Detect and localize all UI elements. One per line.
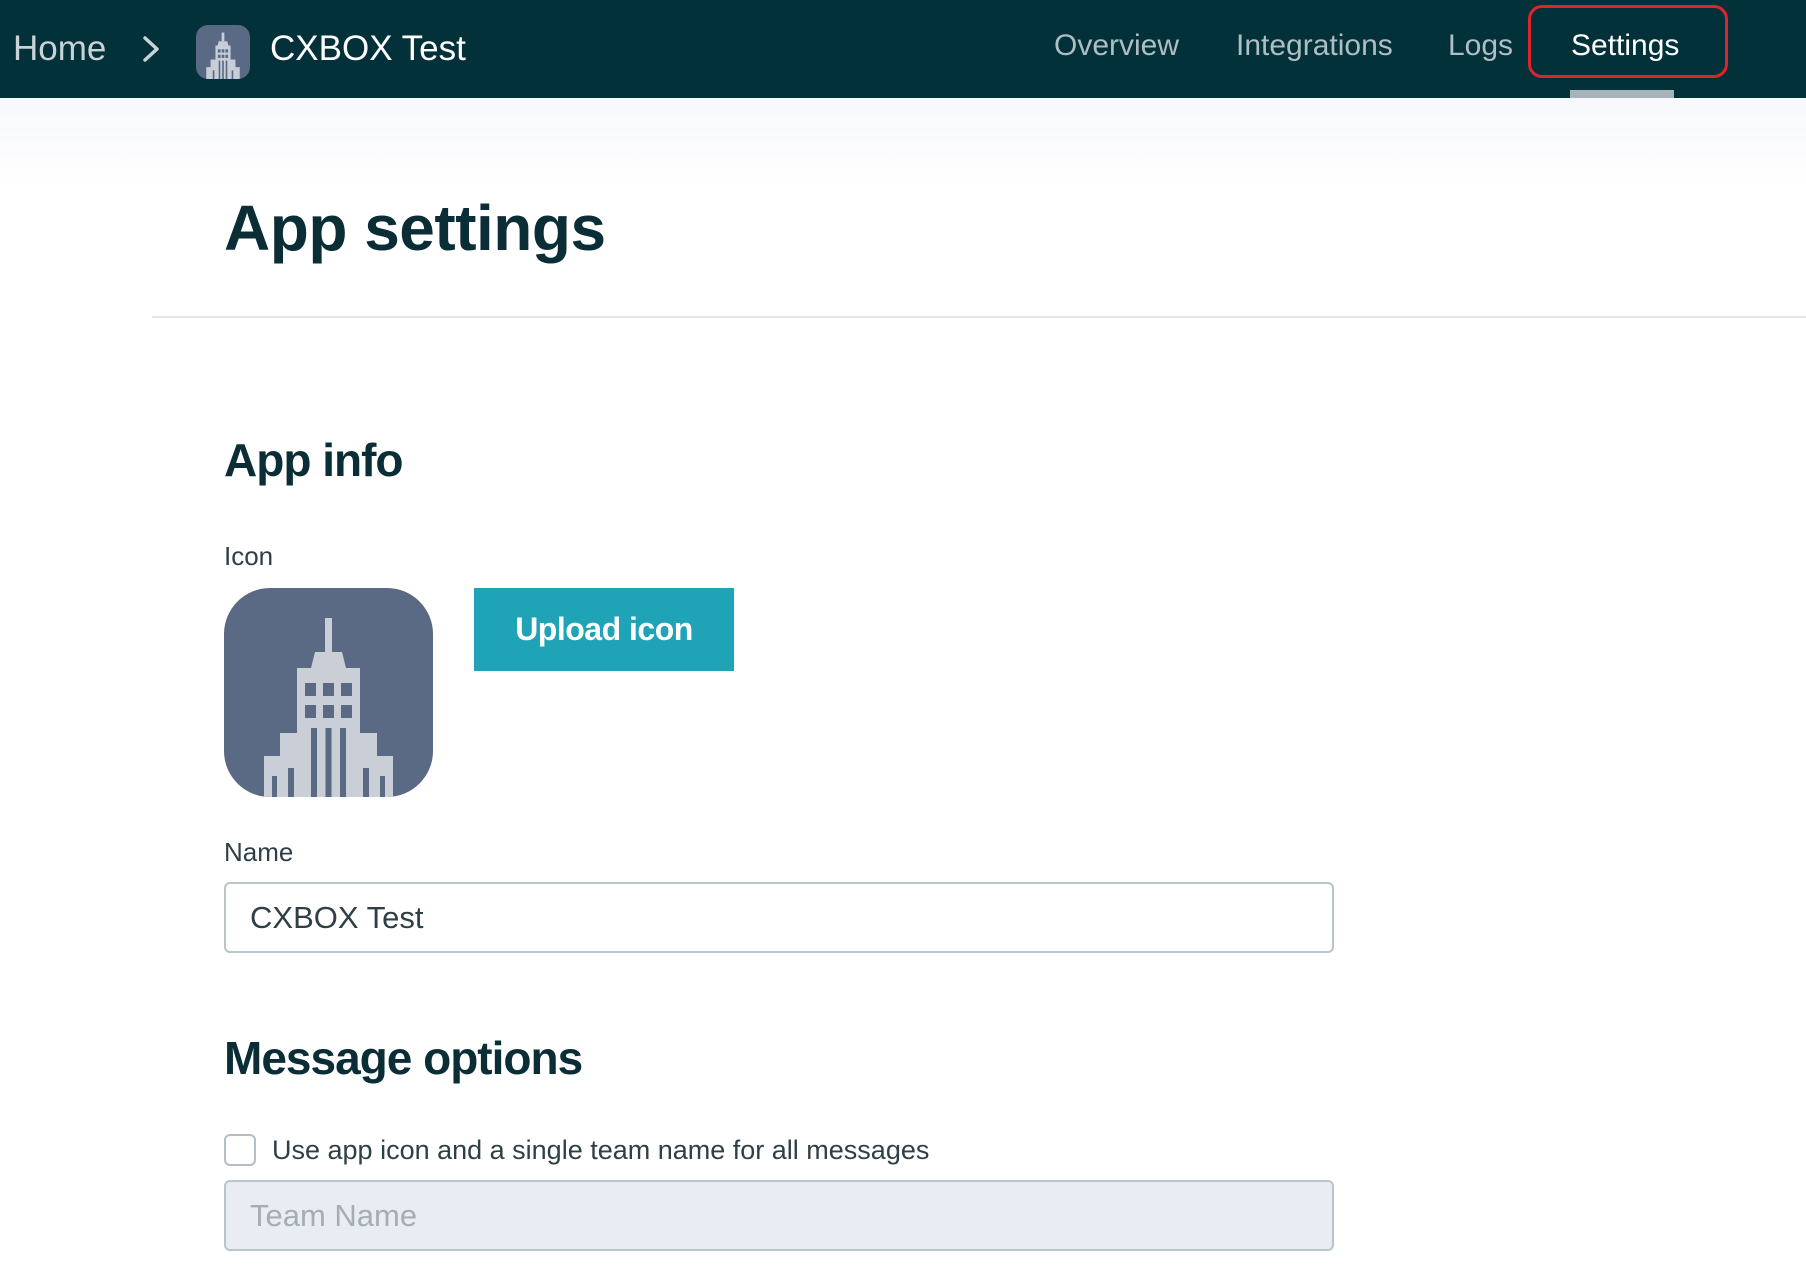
header-shadow	[0, 98, 1806, 188]
page-divider	[152, 316, 1806, 318]
page-title: App settings	[224, 192, 606, 264]
tab-integrations[interactable]: Integrations	[1236, 24, 1393, 68]
name-label: Name	[224, 837, 294, 867]
single-team-name-checkbox-label[interactable]: Use app icon and a single team name for …	[272, 1132, 929, 1168]
app-icon-small	[196, 25, 250, 79]
settings-tab-highlight	[1528, 5, 1728, 78]
active-tab-indicator	[1570, 90, 1674, 98]
upload-icon-button[interactable]: Upload icon	[474, 588, 734, 671]
app-icon-preview	[224, 588, 433, 797]
message-options-heading: Message options	[224, 1032, 583, 1084]
building-icon	[264, 618, 393, 797]
team-name-input[interactable]	[224, 1180, 1334, 1251]
breadcrumb-home-link[interactable]: Home	[13, 27, 106, 71]
tab-logs[interactable]: Logs	[1448, 24, 1513, 68]
tab-overview[interactable]: Overview	[1054, 24, 1179, 68]
chevron-right-icon	[143, 36, 159, 62]
single-team-name-checkbox[interactable]	[224, 1134, 256, 1166]
icon-label: Icon	[224, 541, 274, 571]
app-info-heading: App info	[224, 434, 403, 486]
top-navigation-bar: Home CXBOX Test Overview Integrations Lo…	[0, 0, 1806, 98]
app-name-input[interactable]	[224, 882, 1334, 953]
breadcrumb-app-name[interactable]: CXBOX Test	[270, 27, 466, 71]
building-icon	[206, 32, 240, 79]
